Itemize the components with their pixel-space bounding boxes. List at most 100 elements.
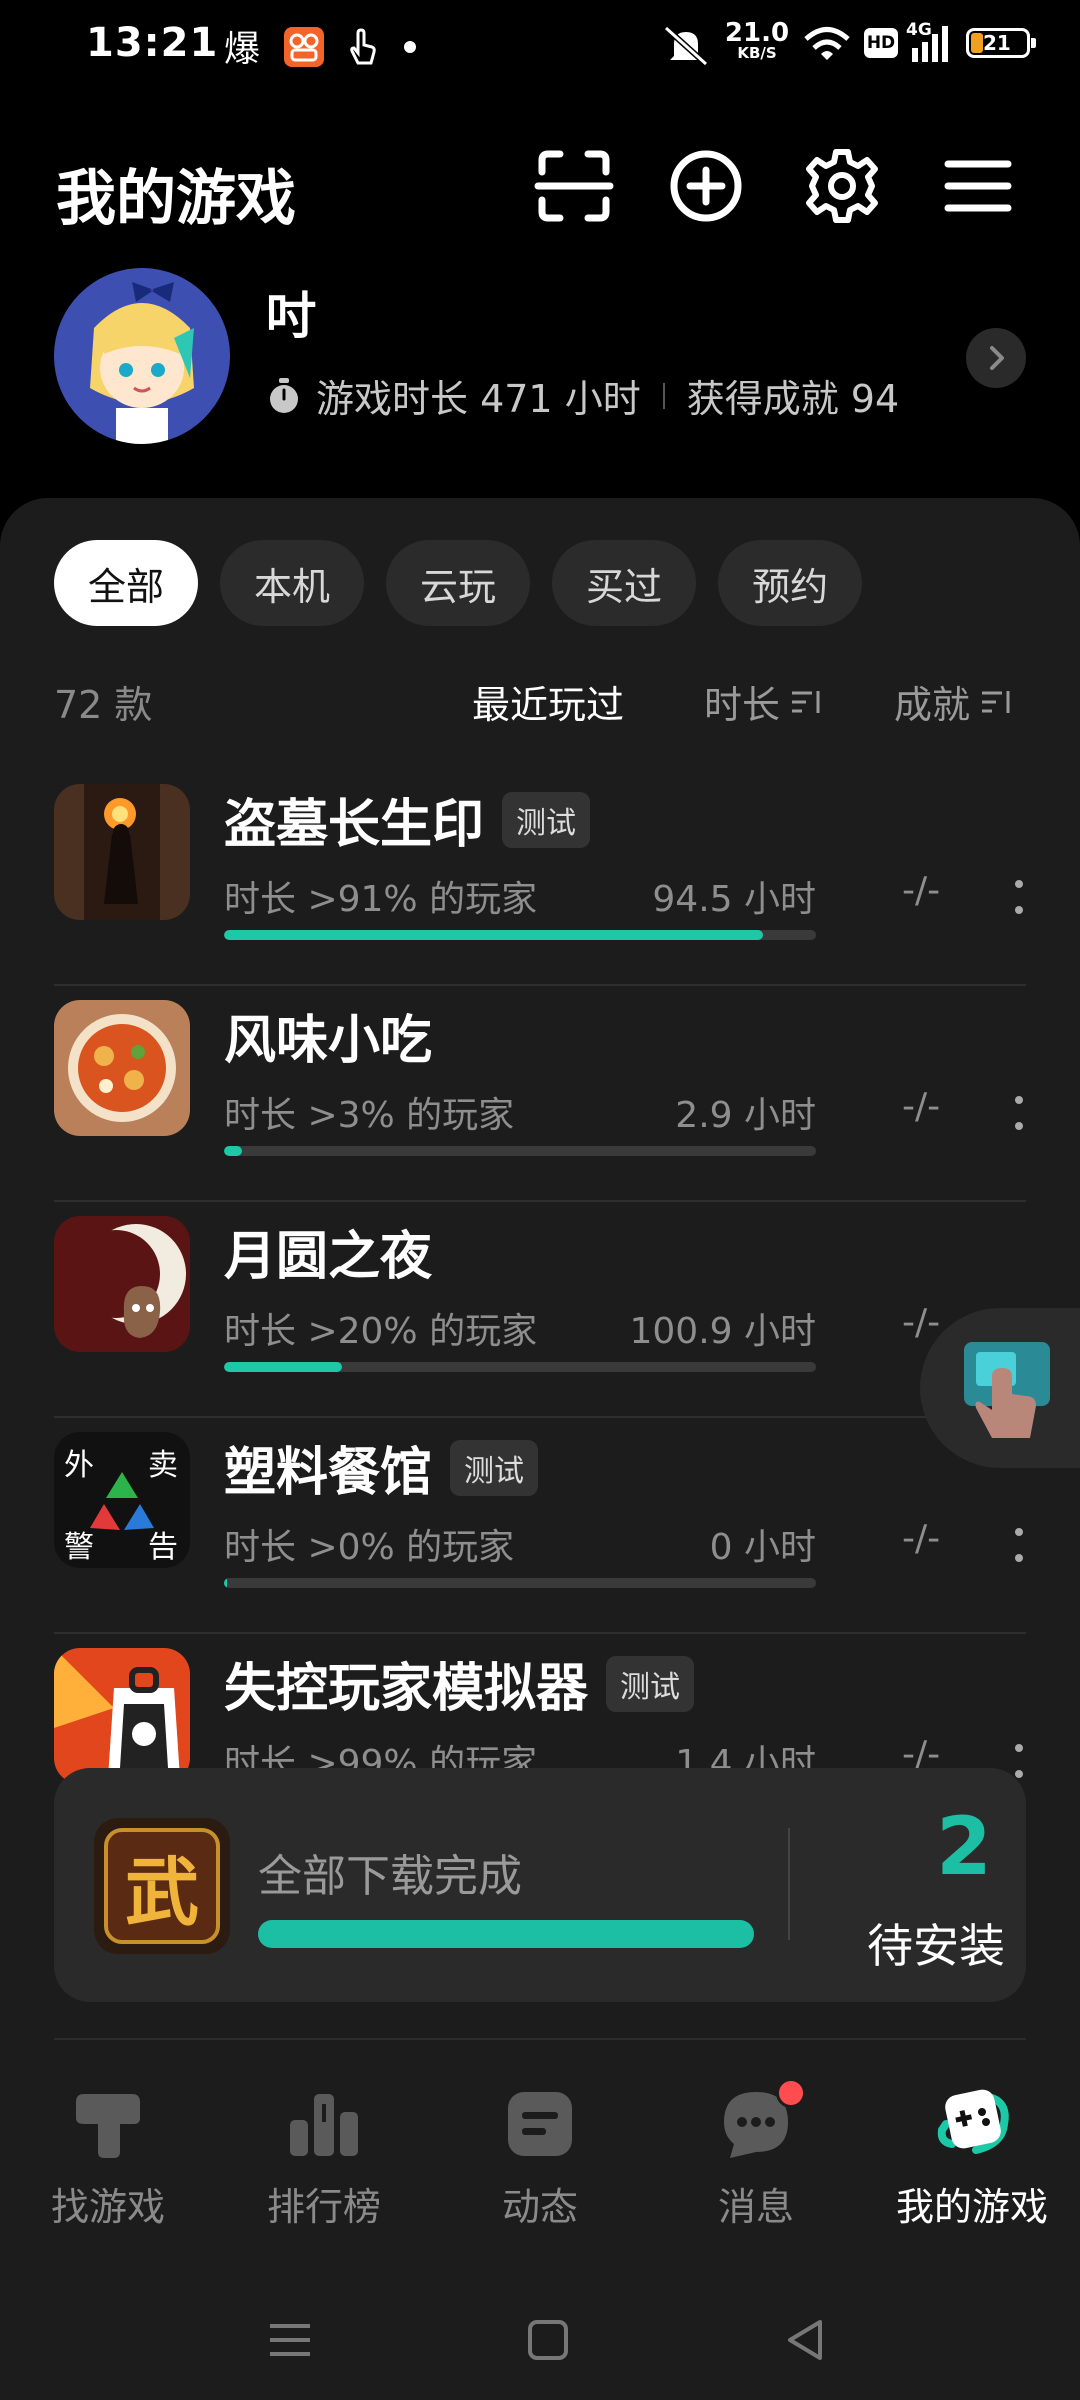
playtime-bar [224,930,816,940]
game-count: 72 款 [54,683,153,727]
menu-icon[interactable] [938,146,1018,226]
playtime-bar-fill [224,1146,242,1156]
back-icon[interactable] [776,2310,836,2370]
game-row[interactable]: 盗墓长生印 测试 时长 >91% 的玩家 94.5 小时 -/- [54,770,1026,986]
tab-reserved[interactable]: 预约 [718,540,863,626]
pending-install-count: 2 [936,1800,992,1893]
status-time: 13:21 [86,20,219,66]
page-title: 我的游戏 [56,164,296,234]
game-icon [54,1000,190,1136]
game-stats: 时长 >91% 的玩家 94.5 小时 [224,870,816,922]
game-title-wrap: 月圆之夜 [224,1214,432,1289]
game-stats: 时长 >3% 的玩家 2.9 小时 [224,1086,816,1138]
tab-cloud[interactable]: 云玩 [386,540,531,626]
sort-recent-label: 最近玩过 [472,683,625,727]
more-vertical-icon[interactable] [1014,1096,1024,1130]
game-title-wrap: 风味小吃 [224,998,432,1073]
floating-assistant-button[interactable] [920,1308,1080,1468]
mute-bell-icon [663,25,709,67]
game-title: 月圆之夜 [224,1227,433,1287]
game-stats: 时长 >20% 的玩家 100.9 小时 [224,1302,816,1354]
playtime-text: 游戏时长 471 小时 [316,377,641,421]
net-speed: 21.0 KB/S [722,20,792,61]
game-title-wrap: 失控玩家模拟器 测试 [224,1646,695,1721]
game-row[interactable]: 月圆之夜 时长 >20% 的玩家 100.9 小时 -/- [54,1202,1026,1418]
recycle-icon [90,1472,154,1530]
more-vertical-icon[interactable] [1014,1744,1024,1778]
nav-divider [54,2038,1026,2040]
home-icon[interactable] [518,2310,578,2370]
avatar-image [54,268,230,444]
touch-icon [350,28,376,65]
dot-icon [404,41,416,53]
game-title: 风味小吃 [224,1011,433,1071]
download-game-icon: 武 [94,1818,230,1954]
game-icon [54,1216,190,1352]
playtime-bar [224,1578,816,1588]
nav-feed[interactable]: 动态 [432,2084,648,2231]
svg-text:爆: 爆 [224,29,260,69]
hd-badge: HD [864,28,898,58]
sort-recent[interactable]: 最近玩过 [472,674,624,729]
ranking-icon [290,2094,358,2156]
game-title: 塑料餐馆 [224,1443,433,1503]
notification-dot [776,2078,806,2108]
game-icon: 外 卖 警 告 [54,1432,190,1568]
nav-label: 动态 [501,2185,578,2229]
tab-all[interactable]: 全部 [54,540,199,626]
messages-icon-wrap [716,2078,806,2164]
playtime-bar-fill [224,1578,227,1588]
battery-icon: 21 [966,28,1036,58]
profile-detail-button[interactable] [966,328,1026,388]
game-title: 失控玩家模拟器 [224,1659,589,1719]
beta-badge: 测试 [606,1655,695,1712]
beta-badge: 测试 [502,791,591,848]
game-hours: 2.9 小时 [675,1095,816,1136]
playtime-bar [224,1146,816,1156]
playtime-bar [224,1362,816,1372]
nav-label: 找游戏 [50,2185,165,2229]
playtime-bar-fill [224,930,763,940]
tab-local[interactable]: 本机 [220,540,365,626]
nav-label: 我的游戏 [895,2185,1048,2229]
avatar[interactable] [54,268,230,444]
fire-app-icon: 爆 [224,29,260,69]
download-status-card[interactable]: 武 全部下载完成 2 待安装 [54,1768,1026,2002]
status-system-icons: 21.0 KB/S HD 4G 21 [660,18,1080,72]
tab-purchased[interactable]: 买过 [552,540,697,626]
my-games-icon [937,2089,1009,2154]
more-vertical-icon[interactable] [1014,1528,1024,1562]
sort-playtime[interactable]: 时长 [704,674,824,729]
sort-achievement[interactable]: 成就 [894,674,1014,729]
nav-label: 消息 [717,2185,794,2229]
more-vertical-icon[interactable] [1014,880,1024,914]
game-percentile: 时长 >20% 的玩家 [224,1311,538,1352]
add-circle-icon[interactable] [666,146,746,226]
recent-apps-icon[interactable] [260,2310,320,2370]
download-status-text: 全部下载完成 [258,1851,522,1902]
game-row[interactable]: 外 卖 警 告 塑料餐馆 测试 时长 >0% 的玩家 0 小时 -/- [54,1418,1026,1634]
nav-messages[interactable]: 消息 [648,2078,864,2231]
touch-assist-icon [964,1342,1050,1438]
game-hours: 0 小时 [709,1527,816,1568]
nav-my-games[interactable]: 我的游戏 [864,2084,1080,2231]
net-speed-value: 21.0 [724,18,790,48]
profile-stats: 游戏时长 471 小时 获得成就 94 [266,368,899,423]
download-divider [788,1828,790,1940]
game-stats: 时长 >0% 的玩家 0 小时 [224,1518,816,1570]
settings-icon[interactable] [802,146,882,226]
sort-icon [982,690,1010,713]
game-row[interactable]: 风味小吃 时长 >3% 的玩家 2.9 小时 -/- [54,986,1026,1202]
download-icon-char: 武 [104,1828,220,1944]
beta-badge: 测试 [450,1439,539,1496]
sort-playtime-label: 时长 [704,683,781,727]
sort-achievement-label: 成就 [894,683,971,727]
game-icon [54,784,190,920]
scan-icon[interactable] [534,146,614,226]
nav-find-games[interactable]: 找游戏 [0,2084,216,2231]
pending-install-label: 待安装 [867,1919,1005,1973]
net-speed-unit: KB/S [737,44,777,62]
game-percentile: 时长 >91% 的玩家 [224,879,538,920]
feed-icon [508,2092,572,2156]
nav-ranking[interactable]: 排行榜 [216,2084,432,2231]
